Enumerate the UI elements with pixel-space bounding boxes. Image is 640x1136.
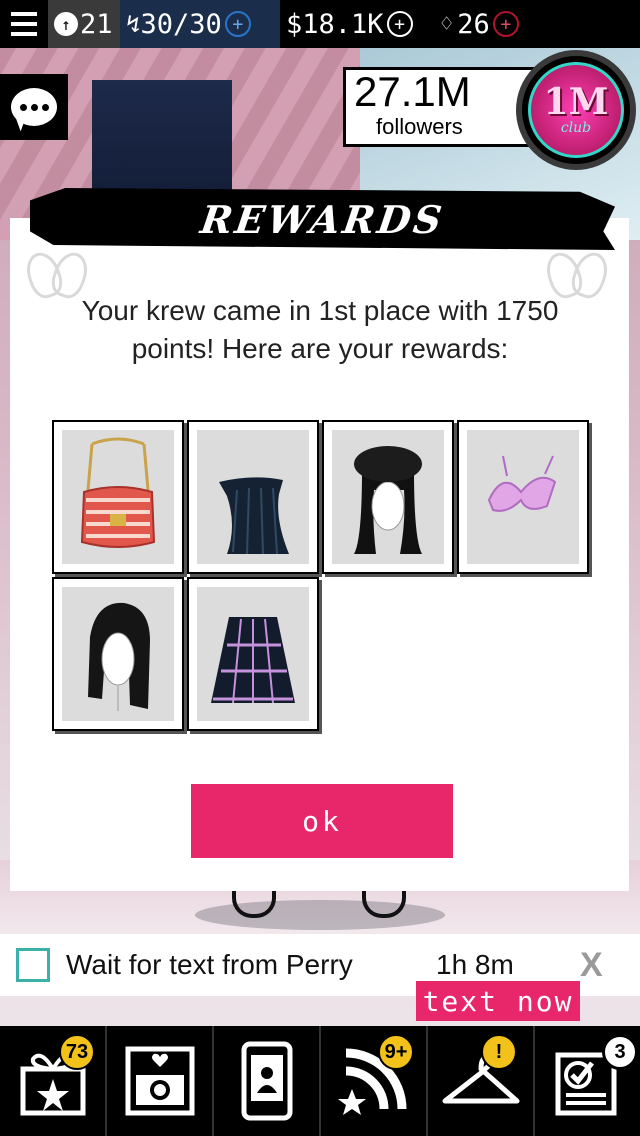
bikini-top-icon — [487, 455, 557, 512]
cash-value: $18.1K — [286, 8, 384, 40]
task-checkbox[interactable] — [16, 948, 50, 982]
menu-icon[interactable] — [0, 0, 48, 48]
top-status-bar: ↑ 21 ↯ 30/30 + $18.1K + ♢ 26 + — [0, 0, 640, 48]
ok-button[interactable]: ok — [191, 784, 453, 858]
nav-goals[interactable]: 3 — [535, 1026, 640, 1136]
chat-button[interactable] — [0, 74, 68, 140]
rewards-title: REWARDS — [197, 196, 448, 242]
gifts-badge: 73 — [59, 1034, 95, 1070]
krew-points-indicator[interactable]: ♢ 26 + — [430, 0, 570, 48]
lightning-icon: ↯ — [126, 10, 141, 38]
followers-label: followers — [376, 114, 463, 139]
reward-item-bikini-top[interactable] — [457, 420, 589, 574]
level-value: 21 — [80, 8, 113, 40]
rewards-message: Your krew came in 1st place with 1750 po… — [81, 295, 559, 364]
long-hair-icon — [88, 602, 150, 711]
reward-item-cage-skirt[interactable] — [187, 577, 319, 731]
handbag-icon — [80, 437, 156, 548]
club-badge-text: club — [560, 120, 592, 136]
photo-album-icon — [125, 1046, 194, 1116]
phone-icon — [241, 1041, 292, 1121]
diamond-k-icon: ♢ — [440, 11, 454, 37]
followers-box: 27.1M followers — [343, 67, 543, 147]
cash-indicator[interactable]: $18.1K + — [280, 0, 430, 48]
nav-photo-album[interactable] — [107, 1026, 214, 1136]
add-cash-button[interactable]: + — [386, 11, 413, 37]
followers-count: 27.1M — [354, 68, 471, 115]
beret-hair-icon — [354, 446, 422, 554]
energy-value: 30/30 — [140, 8, 222, 40]
rewards-title-banner: REWARDS — [30, 188, 615, 250]
nav-gifts[interactable]: 73 — [0, 1026, 107, 1136]
close-task-button[interactable]: X — [580, 946, 603, 985]
add-energy-button[interactable]: + — [224, 11, 251, 37]
nav-closet[interactable]: ! — [428, 1026, 535, 1136]
chat-bubble-icon — [11, 88, 57, 126]
bottom-nav: 73 9+ ! 3 — [0, 1026, 640, 1136]
level-up-arrow-icon: ↑ — [54, 12, 78, 36]
energy-indicator[interactable]: ↯ 30/30 + — [120, 0, 280, 48]
cage-skirt-icon — [211, 617, 295, 704]
reward-item-handbag[interactable] — [52, 420, 184, 574]
reward-item-strapless-dress[interactable] — [187, 420, 319, 574]
club-badge-number: 1M — [543, 81, 609, 123]
nav-phone[interactable] — [214, 1026, 321, 1136]
level-indicator[interactable]: ↑ 21 — [48, 0, 120, 48]
krew-points-value: 26 — [457, 8, 490, 40]
reward-item-beret-hair[interactable] — [322, 420, 454, 574]
feed-badge: 9+ — [378, 1034, 414, 1070]
goals-badge: 3 — [602, 1034, 638, 1070]
task-timer: 1h 8m — [436, 949, 514, 980]
strapless-dress-icon — [219, 477, 289, 555]
million-club-badge-icon[interactable]: 1M club — [516, 50, 636, 170]
closet-badge: ! — [481, 1034, 517, 1070]
text-now-button[interactable]: text now — [416, 981, 580, 1021]
task-text: Wait for text from Perry — [66, 949, 353, 980]
reward-item-long-hair[interactable] — [52, 577, 184, 731]
add-krew-points-button[interactable]: + — [492, 11, 519, 37]
nav-feed[interactable]: 9+ — [321, 1026, 428, 1136]
